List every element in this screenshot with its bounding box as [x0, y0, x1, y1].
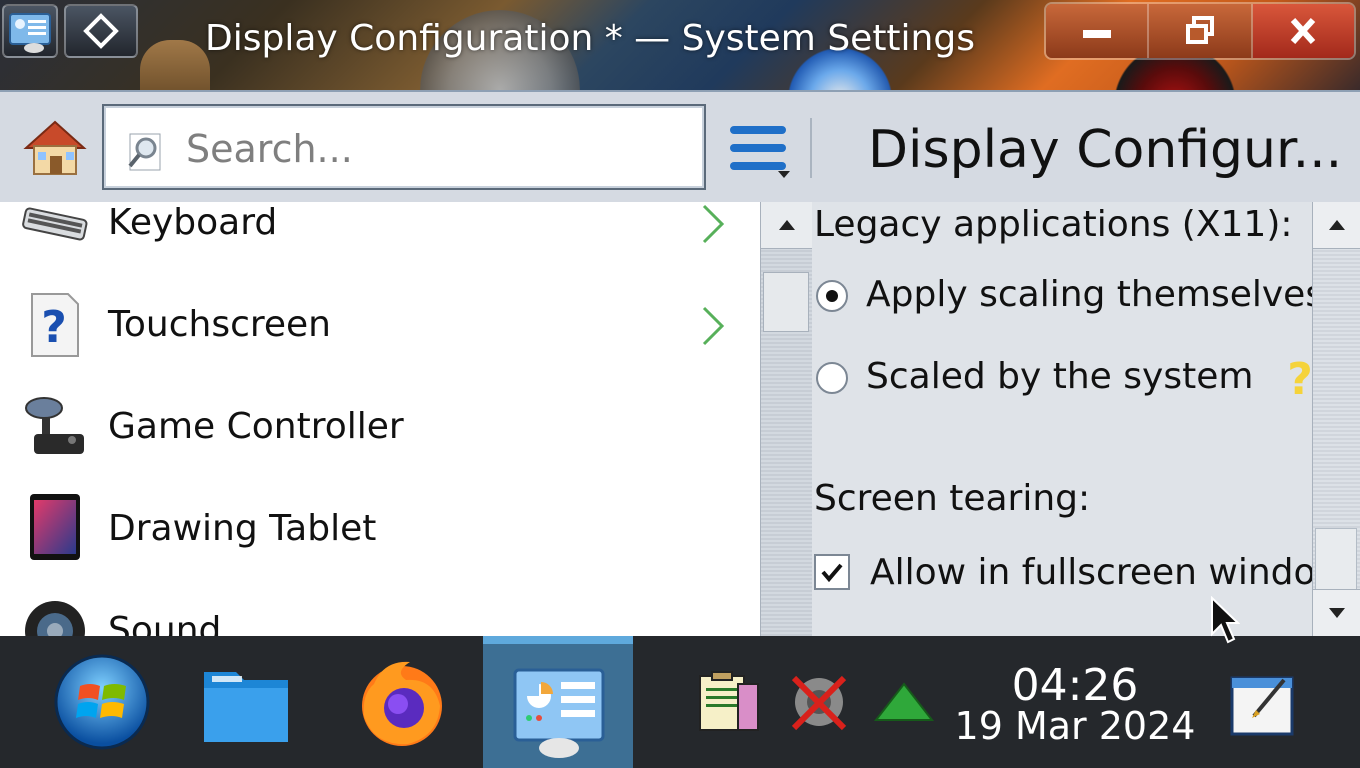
menu-bar-line [730, 144, 786, 152]
sidebar-item-label: Sound [108, 610, 222, 636]
start-menu-button[interactable] [50, 636, 154, 768]
tablet-icon [30, 494, 80, 560]
page-title: Display Configur... [868, 120, 1343, 180]
sidebar-item-drawing-tablet[interactable]: Drawing Tablet [0, 480, 760, 582]
title-bar[interactable]: Display Configuration * — System Setting… [0, 0, 1360, 90]
checkbox[interactable] [814, 554, 850, 590]
menu-bar-line [730, 162, 786, 170]
sidebar-item-touchscreen[interactable]: ? Touchscreen [0, 276, 760, 378]
hamburger-menu-button[interactable] [726, 122, 792, 180]
scroll-up-button[interactable] [1313, 202, 1360, 249]
speaker-icon [25, 601, 85, 636]
toolbar: Display Configur... [0, 90, 1360, 202]
joystick-icon [25, 397, 84, 454]
restore-icon [1185, 16, 1214, 44]
audio-muted-icon [791, 675, 847, 731]
notes-icon [1230, 676, 1294, 736]
radio-label: Apply scaling themselves [866, 274, 1312, 315]
help-question-icon: ? [31, 293, 79, 357]
dropdown-arrow-icon [778, 171, 790, 178]
chevron-right-icon [702, 204, 725, 244]
svg-text:?: ? [41, 302, 67, 353]
arrow-up-icon [778, 220, 795, 230]
radio-scaled-by-system[interactable]: Scaled by the system ? [812, 354, 1312, 400]
maximize-button[interactable] [1149, 4, 1253, 58]
scrollbar-thumb[interactable] [1315, 528, 1357, 590]
window-controls [1044, 2, 1356, 60]
radio-button-selected[interactable] [816, 280, 848, 312]
menu-bar-line [730, 126, 786, 134]
sidebar-item-label: Drawing Tablet [108, 508, 377, 549]
sidebar-item-label: Game Controller [108, 406, 404, 447]
sidebar-item-sound[interactable]: Sound [0, 582, 760, 636]
mouse-cursor-icon [1211, 596, 1240, 644]
windows-start-icon [54, 654, 150, 750]
clipboard-icon [699, 671, 759, 731]
checkbox-allow-fullscreen[interactable]: Allow in fullscreen windows [812, 550, 1312, 598]
checkbox-label: Allow in fullscreen windows [870, 552, 1312, 593]
search-input[interactable] [184, 122, 688, 176]
arrow-up-icon [1328, 220, 1345, 230]
volume-tray[interactable] [784, 636, 854, 768]
sidebar-item-label: Touchscreen [108, 304, 331, 345]
system-settings-icon [513, 668, 605, 758]
clipboard-tray[interactable] [692, 636, 762, 768]
legacy-apps-heading: Legacy applications (X11): [814, 204, 1293, 245]
svg-text:?: ? [1288, 354, 1312, 400]
firefox-task[interactable] [350, 636, 454, 768]
window-title: Display Configuration * — System Setting… [205, 18, 975, 59]
sidebar-item-keyboard[interactable]: Keyboard [0, 202, 760, 276]
content-scrollbar[interactable] [1312, 202, 1360, 636]
scroll-up-button[interactable] [761, 202, 812, 249]
minimize-icon [1082, 30, 1111, 38]
clock-date[interactable]: 19 Mar 2024 [950, 704, 1200, 748]
scrollbar-thumb[interactable] [763, 272, 809, 332]
keyboard-icon [22, 207, 88, 241]
sidebar-scrollbar[interactable] [760, 202, 812, 636]
chevron-right-icon [702, 306, 725, 346]
sidebar: Keyboard ? Touchscreen Game Controller D… [0, 202, 760, 636]
network-tray[interactable] [870, 636, 940, 768]
close-icon [1291, 17, 1316, 45]
display-settings-panel: Legacy applications (X11): Apply scaling… [812, 202, 1312, 636]
help-question-icon[interactable]: ? [1288, 354, 1312, 400]
folder-icon [204, 672, 288, 742]
show-desktop-button[interactable] [1222, 636, 1302, 768]
firefox-icon [362, 661, 442, 746]
screen-tearing-heading: Screen tearing: [814, 478, 1091, 519]
checkmark-icon [821, 563, 843, 583]
radio-apply-scaling[interactable]: Apply scaling themselves [812, 274, 1312, 320]
scroll-down-button[interactable] [1313, 589, 1360, 636]
arrow-down-icon [1328, 608, 1345, 618]
sidebar-item-label: Keyboard [108, 202, 278, 243]
radio-button[interactable] [816, 362, 848, 394]
home-button[interactable] [22, 118, 88, 178]
close-button[interactable] [1252, 4, 1354, 58]
file-manager-task[interactable] [194, 636, 298, 768]
system-settings-task[interactable] [483, 636, 633, 768]
taskbar: 04:26 19 Mar 2024 [0, 636, 1360, 768]
home-icon [23, 120, 87, 175]
sidebar-item-game-controller[interactable]: Game Controller [0, 378, 760, 480]
minimize-button[interactable] [1046, 4, 1150, 58]
search-box[interactable] [102, 104, 706, 190]
toolbar-separator [810, 118, 812, 178]
network-up-icon [873, 682, 935, 721]
radio-label: Scaled by the system [866, 356, 1254, 397]
search-icon [128, 133, 161, 171]
